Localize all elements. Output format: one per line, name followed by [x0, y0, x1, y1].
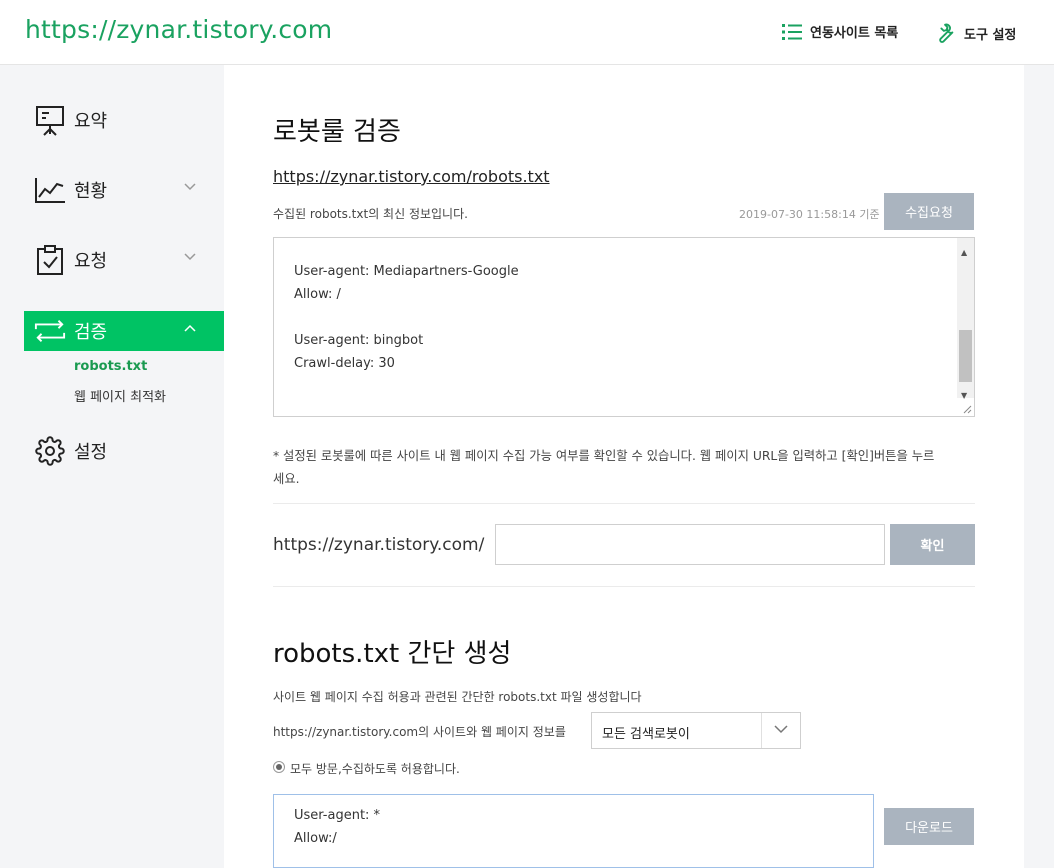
scrollbar-thumb[interactable] — [959, 330, 972, 382]
right-gutter — [1024, 65, 1054, 868]
collect-timestamp: 2019-07-30 11:58:14 기준 — [739, 208, 880, 221]
generated-lines: User-agent: * Allow:/ — [294, 804, 380, 850]
resize-handle-icon[interactable] — [962, 404, 972, 414]
sidebar-item-verify[interactable]: 검증 — [24, 311, 224, 351]
line-chart-icon — [34, 174, 66, 206]
wrench-icon — [939, 23, 954, 43]
chevron-down-icon — [184, 253, 196, 261]
presentation-board-icon — [34, 104, 66, 136]
robots-verify-title: 로봇룰 검증 — [273, 117, 401, 147]
sidebar-item-label: 현황 — [74, 181, 108, 202]
sidebar-item-label: 설정 — [74, 442, 108, 463]
sidebar-item-label: 요약 — [74, 111, 108, 132]
verify-note-line: * 설정된 로봇룰에 따른 사이트 내 웹 페이지 수집 가능 여부를 확인할 … — [273, 449, 935, 463]
select-prefix-label: https://zynar.tistory.com의 사이트와 웹 페이지 정보… — [273, 725, 566, 739]
sidebar-subitem-robots[interactable]: robots.txt — [74, 359, 147, 374]
clipboard-check-icon — [34, 244, 66, 276]
vertical-scrollbar[interactable]: ▲ ▼ — [957, 238, 974, 400]
site-url-title[interactable]: https://zynar.tistory.com — [25, 15, 332, 44]
robot-scope-value: 모든 검색로봇이 — [602, 727, 690, 742]
robots-line: Allow: / — [294, 287, 341, 302]
robots-line: User-agent: bingbot — [294, 333, 424, 348]
robots-content-lines: User-agent: Mediapartners-Google Allow: … — [294, 260, 519, 375]
scroll-up-arrow-icon[interactable]: ▲ — [961, 241, 967, 264]
linked-sites-label: 연동사이트 목록 — [810, 26, 899, 41]
sidebar-item-label: 검증 — [74, 322, 108, 343]
chevron-down-icon — [184, 183, 196, 191]
generated-line: User-agent: * — [294, 808, 381, 823]
generate-description: 사이트 웹 페이지 수집 허용과 관련된 간단한 robots.txt 파일 생… — [273, 690, 642, 704]
robots-generate-title: robots.txt 간단 생성 — [273, 639, 512, 669]
allow-all-label[interactable]: 모두 방문,수집하도록 허용합니다. — [290, 760, 460, 777]
robots-line: User-agent: Mediapartners-Google — [294, 264, 519, 279]
chevron-up-icon — [184, 324, 196, 332]
sidebar: 요약 현황 요청 검증 robots.txt 웹 페이지 최적화 설정 — [0, 65, 224, 868]
divider — [273, 586, 975, 587]
url-path-input[interactable] — [495, 524, 885, 565]
sidebar-subitem-web-optimization[interactable]: 웹 페이지 최적화 — [74, 386, 166, 405]
url-prefix-label: https://zynar.tistory.com/ — [273, 535, 485, 555]
collect-request-button[interactable]: 수집요청 — [884, 193, 974, 230]
verify-note-line: 세요. — [273, 472, 300, 486]
robot-scope-select[interactable]: 모든 검색로봇이 — [591, 712, 801, 749]
robots-line — [294, 306, 519, 329]
refresh-arrows-icon — [34, 315, 66, 347]
sidebar-item-request[interactable]: 요청 — [24, 240, 224, 280]
download-button[interactable]: 다운로드 — [884, 808, 974, 845]
select-divider — [761, 713, 762, 748]
generated-line: Allow:/ — [294, 831, 337, 846]
gear-icon — [34, 435, 66, 467]
allow-all-radio[interactable] — [273, 761, 285, 773]
robots-line: Crawl-delay: 30 — [294, 356, 395, 371]
tool-settings-label: 도구 설정 — [964, 27, 1017, 43]
chevron-down-icon — [774, 725, 788, 734]
confirm-button[interactable]: 확인 — [890, 524, 975, 565]
sidebar-item-label: 요청 — [74, 251, 108, 272]
main-content: 로봇룰 검증 https://zynar.tistory.com/robots.… — [224, 65, 1024, 868]
verify-note: * 설정된 로봇룰에 따른 사이트 내 웹 페이지 수집 가능 여부를 확인할 … — [273, 445, 934, 491]
robots-info-text: 수집된 robots.txt의 최신 정보입니다. — [273, 207, 468, 221]
robots-txt-link[interactable]: https://zynar.tistory.com/robots.txt — [273, 167, 550, 186]
sidebar-item-settings[interactable]: 설정 — [24, 431, 224, 471]
sidebar-item-status[interactable]: 현황 — [24, 170, 224, 210]
linked-sites-link[interactable]: 연동사이트 목록 — [782, 22, 898, 41]
tool-settings-link[interactable]: 도구 설정 — [934, 22, 1016, 44]
robots-content-view[interactable]: User-agent: Mediapartners-Google Allow: … — [273, 237, 975, 417]
generated-robots-output[interactable]: User-agent: * Allow:/ — [273, 794, 874, 868]
radio-selected-dot — [276, 764, 282, 770]
sidebar-item-summary[interactable]: 요약 — [24, 100, 224, 140]
top-header: https://zynar.tistory.com 연동사이트 목록 도구 설정 — [0, 0, 1054, 65]
divider — [273, 503, 975, 504]
list-icon — [782, 23, 802, 40]
